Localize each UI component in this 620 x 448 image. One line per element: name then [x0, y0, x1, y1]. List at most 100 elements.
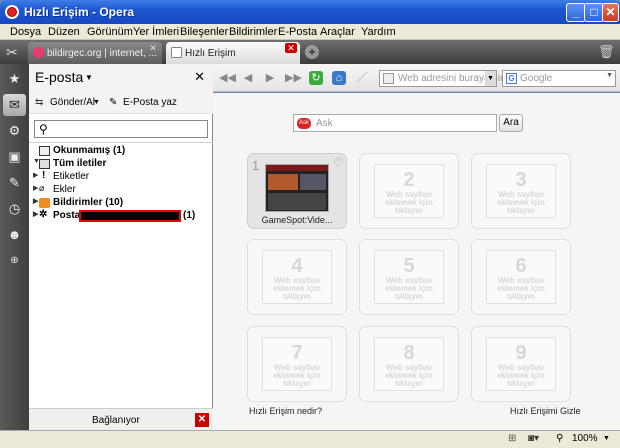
- cell-add-text: Web sayfası eklemek için tıklayın: [385, 190, 433, 215]
- cell-number: 7: [291, 342, 303, 364]
- cell-add-text: Web sayfası eklemek için tıklayın: [497, 276, 545, 301]
- network-icon[interactable]: ⊞: [508, 433, 516, 444]
- cell-caption: GameSpot:Vide...: [261, 215, 333, 225]
- chevron-down-icon[interactable]: ▼: [85, 73, 93, 82]
- add-panel-icon[interactable]: ⊕: [3, 250, 26, 272]
- chevron-down-icon[interactable]: ▼: [485, 71, 496, 86]
- stop-connection-button[interactable]: ✕: [195, 413, 209, 427]
- menu-bildirimler[interactable]: Bildirimler: [229, 26, 277, 38]
- speed-dial-cell-5[interactable]: 5 Web sayfası eklemek için tıklayın: [359, 239, 459, 315]
- bookmarks-star-icon[interactable]: ★: [3, 68, 26, 90]
- compose-button[interactable]: E-Posta yaz: [123, 97, 177, 108]
- maximize-button[interactable]: □: [584, 3, 604, 22]
- navigation-bar: ◀◀ ◀ ▶ ▶▶ ↻ ⌂ ／ Web adresini buraya gir …: [213, 64, 620, 92]
- unread-count: (1): [183, 210, 196, 221]
- send-receive-button[interactable]: Gönder/Al: [50, 97, 95, 108]
- ask-logo-icon: Ask: [297, 118, 311, 129]
- widgets-gear-icon[interactable]: ⚙: [3, 120, 26, 142]
- speed-dial-cell-8[interactable]: 8 Web sayfası eklemek için tıklayın: [359, 326, 459, 402]
- fast-forward-icon[interactable]: ▶▶: [285, 71, 302, 85]
- expand-arrow-icon[interactable]: ▶: [33, 184, 38, 192]
- cell-number: 5: [403, 255, 415, 277]
- rewind-icon[interactable]: ◀◀: [219, 71, 236, 85]
- speed-dial-cell-7[interactable]: 7 Web sayfası eklemek için tıklayın: [247, 326, 347, 402]
- status-bar: ⊞ ◙▾ ⚲ 100% ▼: [0, 430, 620, 448]
- contacts-person-icon[interactable]: ☻: [3, 224, 26, 246]
- notes-pen-icon[interactable]: ✎: [3, 172, 26, 194]
- home-icon[interactable]: ⌂: [332, 71, 346, 85]
- mail-panel-title[interactable]: E-posta: [35, 69, 83, 85]
- compose-pen-icon: ✎: [109, 97, 118, 108]
- tab-close-icon[interactable]: ✕: [147, 43, 159, 53]
- send-receive-icon: ⇆: [35, 97, 44, 108]
- ask-search-input[interactable]: Ask Ask: [293, 114, 497, 132]
- mail-search-input[interactable]: ⚲: [34, 120, 208, 138]
- speed-dial-cell-4[interactable]: 4 Web sayfası eklemek için tıklayın: [247, 239, 347, 315]
- speed-dial-favicon-icon: [171, 47, 182, 58]
- tab-hizli-erisim[interactable]: Hızlı Erişim ✕: [166, 42, 300, 64]
- close-window-button[interactable]: ✕: [602, 3, 619, 22]
- exclamation-icon: !: [42, 170, 46, 181]
- speed-dial-cell-1[interactable]: 1 ✕ GameSpot:Vide...: [247, 153, 347, 229]
- tools-icon[interactable]: ✂: [6, 44, 18, 61]
- tab-bar: ✂ bildirgec.org | internet, ... ✕ Hızlı …: [0, 40, 620, 64]
- cell-add-text: Web sayfası eklemek için tıklayın: [385, 276, 433, 301]
- search-engine-field[interactable]: G Google ▼: [502, 70, 616, 87]
- menu-yardim[interactable]: Yardım: [361, 26, 396, 38]
- speed-dial-cell-2[interactable]: 2 Web sayfası eklemek için tıklayın: [359, 153, 459, 229]
- trash-icon[interactable]: 🗑: [598, 44, 615, 60]
- cell-number: 6: [515, 255, 527, 277]
- cell-add-text: Web sayfası eklemek için tıklayın: [497, 363, 545, 388]
- speed-dial-cell-6[interactable]: 6 Web sayfası eklemek için tıklayın: [471, 239, 571, 315]
- speed-dial-cell-9[interactable]: 9 Web sayfası eklemek için tıklayın: [471, 326, 571, 402]
- speed-dial-help-link[interactable]: Hızlı Erişim nedir?: [249, 406, 322, 416]
- address-bar[interactable]: Web adresini buraya gir ▼: [379, 70, 503, 87]
- rss-feed-icon: [39, 198, 50, 208]
- menu-gorunum[interactable]: Görünüm: [87, 26, 133, 38]
- cell-add-text: Web sayfası eklemek için tıklayın: [273, 276, 321, 301]
- menu-duzen[interactable]: Düzen: [48, 26, 80, 38]
- forward-arrow-icon[interactable]: ▶: [263, 71, 277, 85]
- search-icon: ⚲: [39, 122, 48, 136]
- expand-arrow-icon[interactable]: ▶: [33, 210, 38, 218]
- remove-cell-icon[interactable]: ✕: [334, 157, 343, 166]
- speed-dial-cell-3[interactable]: 3 Web sayfası eklemek için tıklayın: [471, 153, 571, 229]
- menu-bilesenler[interactable]: Bileşenler: [180, 26, 228, 38]
- menu-araclar[interactable]: Araçlar: [320, 26, 355, 38]
- google-logo-icon[interactable]: G: [506, 73, 517, 84]
- tab-label: Hızlı Erişim: [185, 48, 236, 59]
- expand-arrow-icon[interactable]: ▶: [33, 197, 38, 205]
- mail-envelope-icon[interactable]: ✉: [3, 94, 26, 116]
- chat-bubble-icon[interactable]: ▣: [3, 146, 26, 168]
- menu-e-posta[interactable]: E-Posta: [278, 26, 317, 38]
- new-tab-button[interactable]: +: [305, 45, 319, 59]
- title-bar: Hızlı Erişim - Opera _ □ ✕: [0, 0, 620, 24]
- menu-yer-imleri[interactable]: Yer İmleri: [133, 26, 179, 38]
- minimize-button[interactable]: _: [566, 3, 586, 22]
- chevron-down-icon[interactable]: ▼: [606, 72, 613, 79]
- tab-close-icon[interactable]: ✕: [285, 43, 297, 53]
- ask-placeholder: Ask: [316, 118, 333, 129]
- envelope-icon: [39, 146, 50, 156]
- mail-panel-header: E-posta ▼ ✕: [29, 64, 213, 90]
- camera-icon[interactable]: ◙▾: [528, 433, 539, 444]
- menu-dosya[interactable]: Dosya: [10, 26, 41, 38]
- zoom-level[interactable]: 100%: [572, 433, 598, 444]
- mail-tree: Okunmamış (1) ▼ Tüm iletiler ▶ ! Etiketl…: [29, 142, 213, 406]
- back-arrow-icon[interactable]: ◀: [241, 71, 255, 85]
- close-panel-icon[interactable]: ✕: [194, 69, 205, 85]
- paperclip-icon: ⌀: [39, 183, 45, 193]
- bildirgec-favicon-icon: [33, 47, 44, 58]
- page-icon: [383, 73, 394, 84]
- chevron-down-icon[interactable]: ▼: [93, 99, 100, 106]
- edit-pen-icon[interactable]: ／: [355, 71, 369, 85]
- tree-item-mail-account[interactable]: ▶ ✲ Posta (1): [29, 209, 213, 223]
- reload-icon[interactable]: ↻: [309, 71, 323, 85]
- tab-bildirgec[interactable]: bildirgec.org | internet, ... ✕: [28, 42, 162, 64]
- expand-arrow-icon[interactable]: ▶: [33, 171, 38, 179]
- hide-speed-dial-link[interactable]: Hızlı Erişimi Gizle: [510, 406, 581, 416]
- connecting-spinner-icon: ✲: [39, 209, 48, 220]
- ask-search-button[interactable]: Ara: [499, 114, 523, 132]
- chevron-down-icon[interactable]: ▼: [603, 435, 610, 442]
- history-clock-icon[interactable]: ◷: [3, 198, 26, 220]
